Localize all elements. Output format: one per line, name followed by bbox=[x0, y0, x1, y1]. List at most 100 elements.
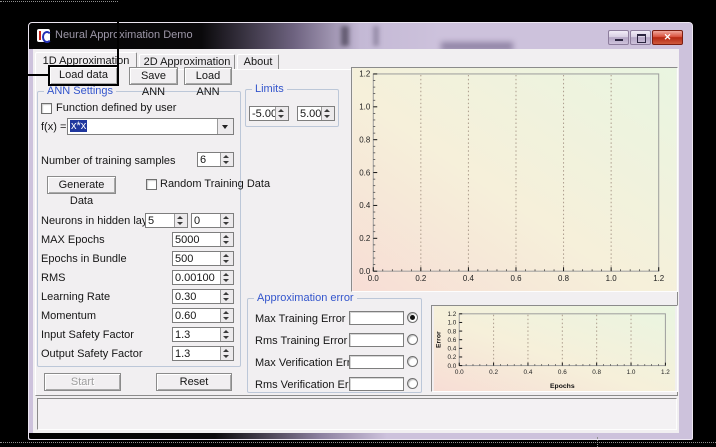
random-training-data-checkbox[interactable] bbox=[146, 179, 157, 190]
epochs-in-bundle-label: Epochs in Bundle bbox=[41, 253, 127, 265]
max-epochs-spinner[interactable]: 5000 bbox=[172, 232, 234, 247]
spinner-value: 5 bbox=[148, 215, 154, 227]
annotation-dotted-line-top bbox=[0, 1, 118, 2]
rms-verification-error-field[interactable] bbox=[349, 377, 404, 391]
max-training-error-radio[interactable] bbox=[407, 312, 418, 323]
spinner-arrows[interactable] bbox=[220, 271, 233, 284]
window-title: Neural Approximation Demo bbox=[55, 29, 193, 41]
spinner-value: 500 bbox=[175, 253, 193, 265]
output-safety-factor-spinner[interactable]: 1.3 bbox=[172, 346, 234, 361]
neurons-hidden-1-spinner[interactable]: 5 bbox=[145, 213, 188, 228]
spinner-arrows[interactable] bbox=[220, 309, 233, 322]
svg-text:1.0: 1.0 bbox=[359, 103, 371, 112]
spinner-value: 0.60 bbox=[175, 310, 196, 322]
rms-training-error-field[interactable] bbox=[349, 333, 404, 347]
svg-text:0.8: 0.8 bbox=[447, 328, 456, 335]
error-plot: 0.00.20.40.60.81.01.20.00.20.40.60.81.01… bbox=[432, 306, 677, 391]
max-training-error-field[interactable] bbox=[349, 311, 404, 325]
app-icon bbox=[37, 29, 50, 42]
title-bar[interactable]: Neural Approximation Demo ✕ bbox=[29, 23, 692, 49]
svg-text:0.8: 0.8 bbox=[592, 369, 601, 376]
tab-about[interactable]: About bbox=[237, 54, 279, 69]
status-bar bbox=[37, 398, 677, 430]
annotation-dotted-line-bottom bbox=[0, 442, 716, 443]
svg-text:1.0: 1.0 bbox=[447, 320, 456, 327]
output-safety-factor-label: Output Safety Factor bbox=[41, 348, 143, 360]
svg-text:0.2: 0.2 bbox=[415, 274, 426, 283]
svg-text:0.2: 0.2 bbox=[447, 354, 456, 361]
limit-min-spinner[interactable]: -5.00 bbox=[249, 106, 289, 121]
approximation-plot: 0.00.20.40.60.81.01.20.00.20.40.60.81.01… bbox=[352, 68, 677, 291]
combobox-dropdown-icon[interactable] bbox=[217, 119, 233, 134]
spinner-arrows[interactable] bbox=[220, 290, 233, 303]
learning-rate-spinner[interactable]: 0.30 bbox=[172, 289, 234, 304]
spinner-value: 6 bbox=[200, 154, 206, 166]
max-epochs-label: MAX Epochs bbox=[41, 234, 105, 246]
svg-text:0.4: 0.4 bbox=[447, 346, 456, 353]
max-verification-error-radio[interactable] bbox=[407, 356, 418, 367]
annotation-dotted-line-bottom-right bbox=[597, 437, 598, 447]
maximize-button[interactable] bbox=[630, 30, 651, 45]
svg-text:Error: Error bbox=[436, 331, 443, 348]
spinner-arrows[interactable] bbox=[220, 328, 233, 341]
annotation-callout-line-horizontal bbox=[28, 74, 48, 76]
generate-data-button[interactable]: Generate Data bbox=[47, 176, 116, 194]
spinner-arrows[interactable] bbox=[275, 107, 288, 120]
spinner-value: -5.00 bbox=[252, 108, 277, 120]
function-combobox[interactable]: x*x bbox=[67, 118, 234, 135]
svg-text:0.4: 0.4 bbox=[463, 274, 475, 283]
svg-text:1.2: 1.2 bbox=[447, 311, 456, 318]
max-verification-error-label: Max Verification Error bbox=[255, 357, 360, 369]
load-data-button[interactable]: Load data bbox=[49, 66, 118, 85]
titlebar-glass-streak bbox=[341, 26, 349, 46]
svg-text:0.4: 0.4 bbox=[524, 369, 533, 376]
rms-spinner[interactable]: 0.00100 bbox=[172, 270, 234, 285]
max-verification-error-field[interactable] bbox=[349, 355, 404, 369]
svg-text:1.2: 1.2 bbox=[661, 369, 670, 376]
spinner-arrows[interactable] bbox=[174, 214, 187, 227]
samples-label: Number of training samples bbox=[41, 155, 176, 167]
spinner-value: 0.00100 bbox=[175, 272, 215, 284]
function-defined-by-user-checkbox[interactable] bbox=[41, 103, 52, 114]
load-ann-button[interactable]: Load ANN bbox=[184, 67, 232, 85]
svg-text:1.0: 1.0 bbox=[606, 274, 618, 283]
close-button[interactable]: ✕ bbox=[652, 30, 683, 45]
svg-text:1.0: 1.0 bbox=[627, 369, 636, 376]
save-ann-button[interactable]: Save ANN bbox=[129, 67, 178, 85]
spinner-arrows[interactable] bbox=[220, 233, 233, 246]
start-button[interactable]: Start bbox=[44, 373, 121, 391]
spinner-value: 5000 bbox=[175, 234, 199, 246]
spinner-value: 1.3 bbox=[175, 348, 190, 360]
samples-spinner[interactable]: 6 bbox=[197, 152, 234, 167]
spinner-value: 5.00 bbox=[300, 108, 321, 120]
svg-text:0.2: 0.2 bbox=[489, 369, 498, 376]
input-safety-factor-spinner[interactable]: 1.3 bbox=[172, 327, 234, 342]
momentum-spinner[interactable]: 0.60 bbox=[172, 308, 234, 323]
spinner-value: 0 bbox=[194, 215, 200, 227]
svg-text:0.4: 0.4 bbox=[359, 201, 371, 210]
epochs-in-bundle-spinner[interactable]: 500 bbox=[172, 251, 234, 266]
svg-text:0.0: 0.0 bbox=[447, 363, 456, 370]
spinner-arrows[interactable] bbox=[220, 153, 233, 166]
spinner-arrows[interactable] bbox=[220, 214, 233, 227]
rms-training-error-radio[interactable] bbox=[407, 334, 418, 345]
minimize-button[interactable] bbox=[608, 30, 629, 45]
limits-group-title: Limits bbox=[252, 83, 287, 95]
limit-max-spinner[interactable]: 5.00 bbox=[297, 106, 335, 121]
ann-settings-group-title: ANN Settings bbox=[44, 85, 116, 97]
close-icon: ✕ bbox=[664, 32, 672, 42]
svg-text:0.6: 0.6 bbox=[558, 369, 567, 376]
spinner-arrows[interactable] bbox=[220, 347, 233, 360]
momentum-label: Momentum bbox=[41, 310, 96, 322]
svg-text:0.0: 0.0 bbox=[359, 267, 371, 276]
window-bottom-frame bbox=[29, 433, 692, 439]
svg-text:0.8: 0.8 bbox=[558, 274, 570, 283]
spinner-arrows[interactable] bbox=[220, 252, 233, 265]
app-window: Neural Approximation Demo ✕ 1D Approxima… bbox=[28, 22, 693, 440]
neurons-hidden-2-spinner[interactable]: 0 bbox=[191, 213, 234, 228]
svg-text:Epochs: Epochs bbox=[550, 383, 575, 390]
spinner-arrows[interactable] bbox=[321, 107, 334, 120]
rms-verification-error-radio[interactable] bbox=[407, 378, 418, 389]
reset-button[interactable]: Reset bbox=[156, 373, 232, 391]
maximize-icon bbox=[637, 34, 646, 43]
